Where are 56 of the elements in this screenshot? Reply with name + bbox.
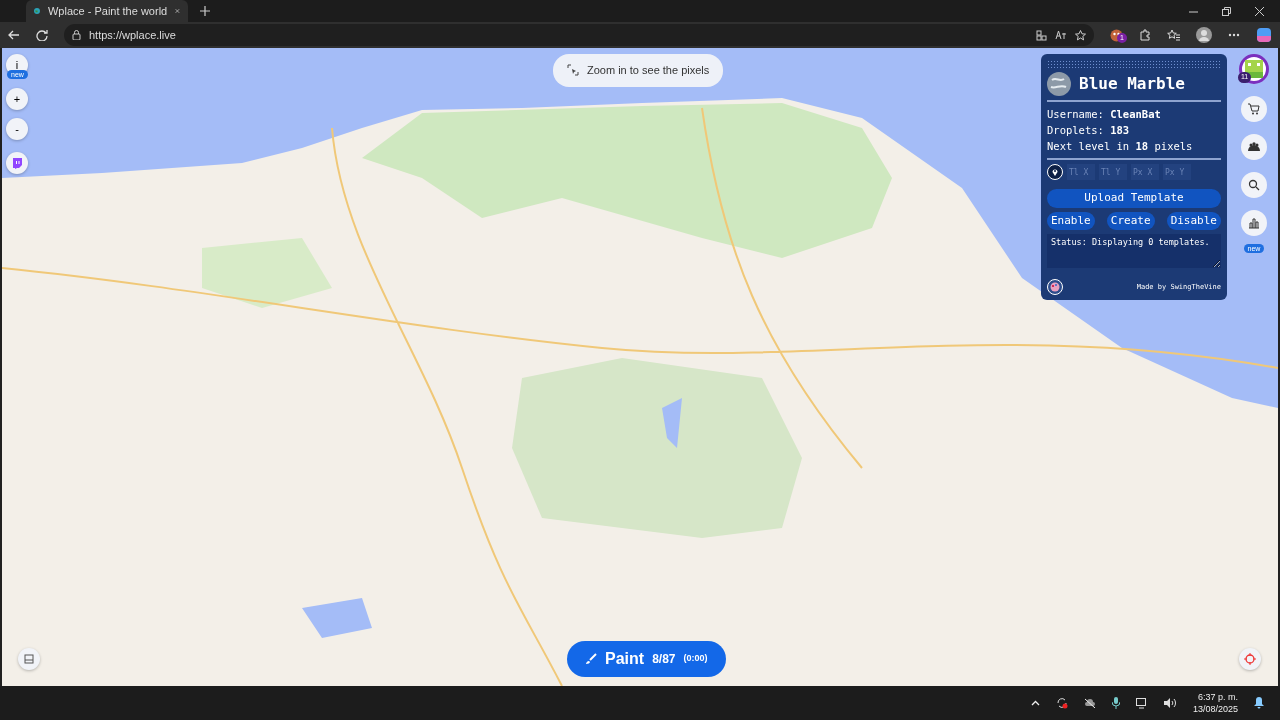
translate-icon[interactable]: [1055, 30, 1067, 40]
lock-icon: [72, 30, 81, 40]
map-pin-icon: [1052, 168, 1058, 176]
back-icon[interactable]: [8, 29, 20, 41]
close-icon[interactable]: [1255, 6, 1264, 16]
panel-button[interactable]: Disable: [1166, 211, 1221, 230]
crosshair-icon: [1244, 653, 1256, 665]
stat-line: Droplets: 183: [1047, 123, 1131, 138]
palette-button[interactable]: [1047, 279, 1063, 295]
cloud-off-icon[interactable]: [1083, 698, 1096, 708]
bar-chart-icon: [1248, 217, 1260, 229]
sync-icon[interactable]: [1055, 697, 1068, 709]
apps-icon[interactable]: [1036, 29, 1047, 41]
panel-button[interactable]: Create: [1106, 211, 1155, 230]
pin-button[interactable]: [1047, 164, 1063, 180]
upload-template-button[interactable]: Upload Template: [1047, 189, 1221, 208]
browser-tab[interactable]: Wplace - Paint the world: [26, 0, 188, 22]
more-icon[interactable]: [1228, 33, 1240, 37]
reload-icon[interactable]: [36, 29, 48, 41]
profile-avatar-icon[interactable]: [1196, 27, 1212, 43]
microphone-icon[interactable]: [1111, 697, 1120, 709]
coordinate-input[interactable]: Px Y: [1163, 164, 1191, 180]
network-icon[interactable]: [1135, 697, 1148, 709]
zoom-hint-text: Zoom in to see the pixels: [587, 63, 710, 78]
coordinate-input[interactable]: Tl X: [1067, 164, 1095, 180]
star-icon[interactable]: [1075, 29, 1086, 41]
twitch-icon: [12, 157, 22, 169]
tab-title: Wplace - Paint the world: [48, 3, 168, 19]
earth-icon: [1047, 72, 1071, 96]
zoom-pointer-icon: [567, 64, 579, 77]
status-box[interactable]: Status: Displaying 0 templates.: [1047, 234, 1221, 268]
panel-title: Blue Marble: [1079, 73, 1185, 95]
cart-icon: [1248, 103, 1260, 115]
panel-button[interactable]: Enable: [1047, 211, 1095, 230]
favorites-icon[interactable]: [1167, 29, 1180, 41]
people-icon: [1248, 141, 1260, 153]
notification-bell-icon[interactable]: [1254, 697, 1264, 709]
clock[interactable]: 6:37 p. m. 13/08/2025: [1192, 691, 1238, 715]
coordinate-input[interactable]: Px X: [1131, 164, 1159, 180]
address-bar[interactable]: https://wplace.live: [64, 24, 1094, 46]
new-tab-icon[interactable]: [200, 6, 210, 16]
copilot-icon[interactable]: [1256, 27, 1272, 43]
restore-icon[interactable]: [1222, 6, 1231, 16]
stat-line: Username: CleanBat: [1047, 107, 1162, 122]
puzzle-icon[interactable]: [1139, 29, 1151, 41]
chevron-up-icon[interactable]: [1030, 700, 1040, 706]
clock-time: 6:37 p. m.: [1196, 691, 1238, 703]
search-icon: [1248, 179, 1260, 191]
clock-date: 13/08/2025: [1192, 703, 1238, 715]
coordinate-input[interactable]: Tl Y: [1099, 164, 1127, 180]
brush-icon: [585, 653, 597, 665]
paint-button[interactable]: Paint 8/87 (0:00): [567, 641, 726, 677]
globe-icon: [34, 6, 40, 16]
volume-icon[interactable]: [1163, 698, 1177, 708]
next-level-text: Next level in 18 pixels: [1047, 138, 1221, 160]
url-text: https://wplace.live: [89, 27, 177, 43]
